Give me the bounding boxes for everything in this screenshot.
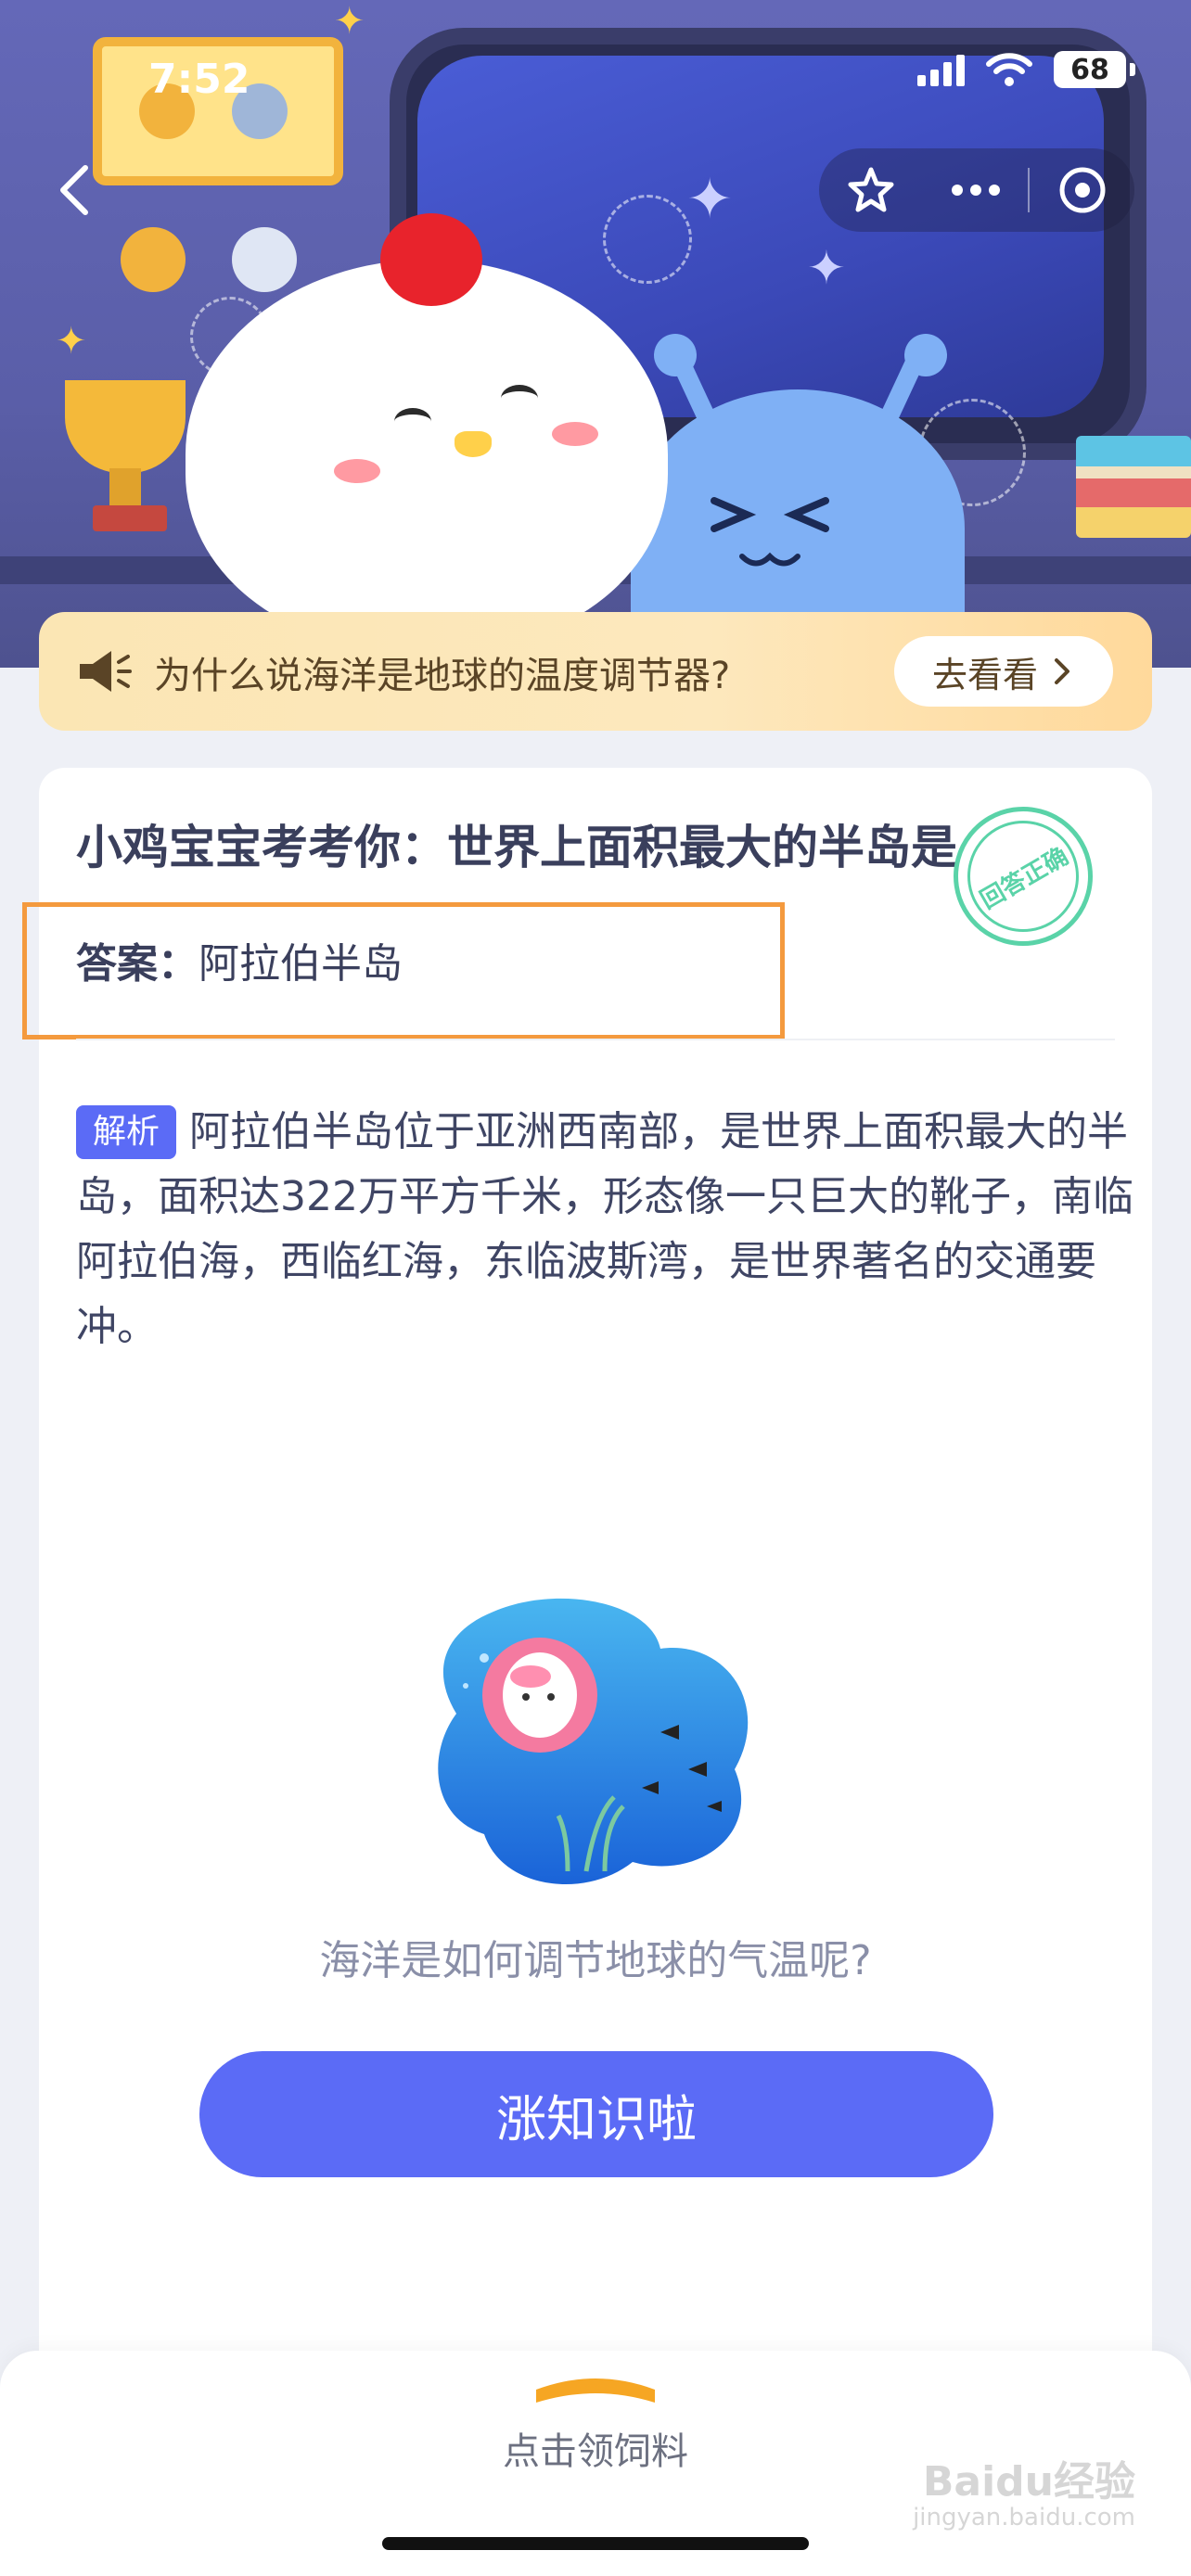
alien-antenna-tip [904, 334, 947, 376]
sparkle-icon: ✦ [56, 320, 87, 363]
books-stack [1076, 436, 1191, 538]
baidu-watermark-url: jingyan.baidu.com [913, 2504, 1135, 2531]
notice-text: 为什么说海洋是地球的温度调节器? [154, 655, 731, 697]
trophy-stem [109, 468, 141, 505]
mini-program-capsule [819, 148, 1134, 232]
stamp-label: 回答正确 [947, 800, 1099, 952]
target-close-icon [1059, 167, 1106, 213]
back-icon[interactable] [52, 162, 98, 218]
answer-line: 答案：阿拉伯半岛 [76, 930, 403, 989]
chicken-eye [394, 408, 431, 435]
wifi-icon [985, 51, 1033, 88]
go-look-label: 去看看 [931, 654, 1038, 695]
baidu-watermark: Baidu经验 [922, 2458, 1135, 2506]
more-button[interactable] [924, 148, 1029, 232]
megaphone-icon [74, 644, 134, 699]
gold-medal-icon [121, 227, 186, 292]
status-time: 7:52 [148, 56, 250, 103]
trophy-icon [65, 380, 186, 473]
analysis-text: 阿拉伯半岛位于亚洲西南部，是世界上面积最大的半岛，面积达322万平方千米，形态像… [76, 1108, 1133, 1350]
quiz-card: 小鸡宝宝考考你：世界上面积最大的半岛是 回答正确 答案：阿拉伯半岛 解析 阿拉伯半… [22, 768, 1152, 2391]
battery-icon: 68 [1054, 51, 1135, 88]
chicken-mascot [186, 260, 668, 649]
analysis-tag: 解析 [76, 1105, 177, 1159]
sparkle-icon: ✦ [686, 167, 734, 232]
chicken-cheek [552, 422, 598, 446]
silver-medal-icon [232, 227, 297, 292]
go-look-button[interactable]: 去看看 [894, 636, 1113, 707]
analysis-paragraph: 解析 阿拉伯半岛位于亚洲西南部，是世界上面积最大的半岛，面积达322万平方千米，形… [76, 1100, 1143, 1359]
signal-icon [917, 53, 965, 86]
decor-circle [603, 195, 692, 284]
chicken-comb [380, 213, 482, 306]
ocean-illustration [429, 1593, 762, 1890]
trophy-base [93, 505, 167, 531]
status-icons: 68 [917, 46, 1135, 93]
chicken-cheek [334, 459, 380, 483]
answer-label: 答案： [76, 940, 198, 988]
chicken-eye [501, 385, 538, 412]
quiz-question: 小鸡宝宝考考你：世界上面积最大的半岛是 [76, 821, 957, 874]
chicken-beak [455, 431, 492, 457]
home-indicator [382, 2537, 809, 2550]
notice-bar[interactable]: 为什么说海洋是地球的温度调节器? 去看看 [39, 612, 1152, 731]
learn-more-button[interactable]: 涨知识啦 [199, 2051, 993, 2177]
sparkle-icon: ✦ [807, 241, 846, 295]
close-button[interactable] [1030, 148, 1134, 232]
chevron-right-icon [1055, 658, 1069, 684]
sparkle-icon: ✦ [334, 0, 365, 43]
feed-bowl-icon [531, 2371, 660, 2412]
sub-question: 海洋是如何调节地球的气温呢? [319, 1937, 872, 1984]
more-dots-icon [952, 185, 1000, 196]
divider [76, 1039, 1115, 1040]
favorite-button[interactable] [819, 148, 924, 232]
star-icon [848, 167, 894, 212]
answer-value: 阿拉伯半岛 [198, 940, 403, 988]
alien-antenna-tip [654, 334, 697, 376]
